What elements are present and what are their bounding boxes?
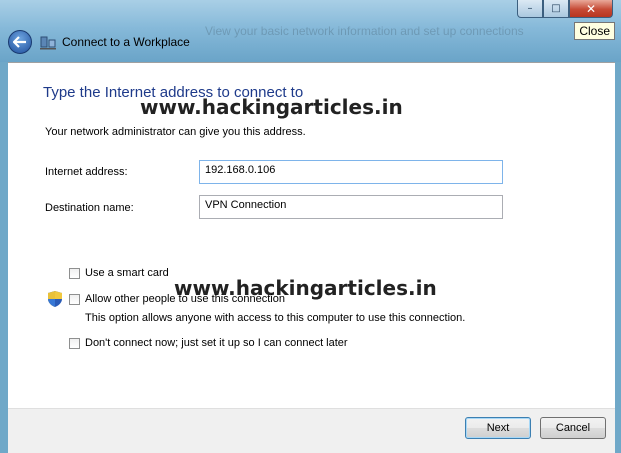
- watermark-top: www.hackingarticles.in: [140, 95, 403, 119]
- allow-others-description: This option allows anyone with access to…: [85, 312, 466, 324]
- allow-others-label: Allow other people to use this connectio…: [85, 293, 285, 305]
- internet-address-field[interactable]: 192.168.0.106: [199, 160, 503, 184]
- window-title: Connect to a Workplace: [62, 35, 190, 49]
- dont-connect-checkbox[interactable]: [69, 338, 80, 349]
- window-controls: – □ ✕: [517, 0, 613, 18]
- background-window-text: View your basic network information and …: [205, 24, 524, 38]
- network-icon: [40, 36, 56, 50]
- smart-card-label: Use a smart card: [85, 267, 169, 279]
- window-titlebar: View your basic network information and …: [0, 0, 621, 62]
- cancel-button[interactable]: Cancel: [540, 417, 606, 439]
- destination-name-label: Destination name:: [45, 202, 134, 214]
- dont-connect-label: Don't connect now; just set it up so I c…: [85, 337, 348, 349]
- close-tooltip: Close: [574, 22, 615, 40]
- wizard-content: Type the Internet address to connect to …: [8, 62, 615, 409]
- back-arrow-icon[interactable]: [8, 30, 32, 54]
- minimize-button[interactable]: –: [517, 0, 543, 18]
- internet-address-label: Internet address:: [45, 166, 128, 178]
- destination-name-field[interactable]: VPN Connection: [199, 195, 503, 219]
- next-button[interactable]: Next: [465, 417, 531, 439]
- allow-others-checkbox[interactable]: [69, 294, 80, 305]
- wizard-footer: Next Cancel: [8, 408, 615, 453]
- maximize-button[interactable]: □: [543, 0, 569, 18]
- close-button[interactable]: ✕: [569, 0, 613, 18]
- uac-shield-icon: [48, 291, 62, 307]
- smart-card-checkbox[interactable]: [69, 268, 80, 279]
- info-text: Your network administrator can give you …: [45, 126, 306, 138]
